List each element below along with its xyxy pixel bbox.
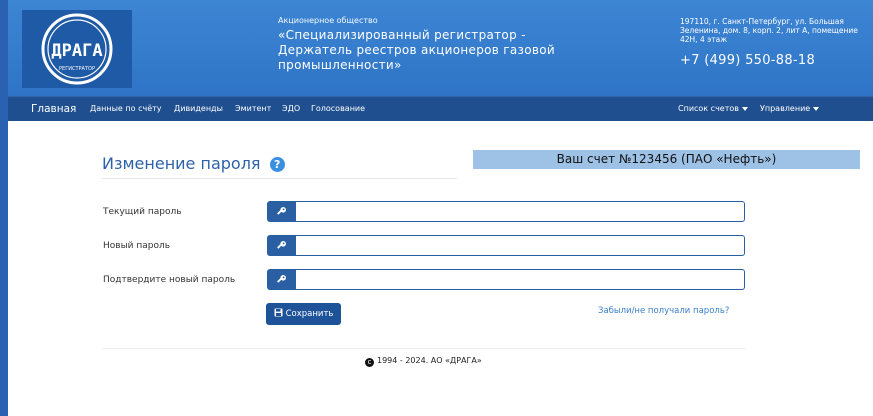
nav-account-data[interactable]: Данные по счёту <box>90 97 162 121</box>
nav-accounts-list-label: Список счетов <box>678 104 739 113</box>
company-phone: +7 (499) 550-88-18 <box>680 53 816 68</box>
new-password-input[interactable] <box>296 235 745 256</box>
current-password-input[interactable] <box>296 201 745 222</box>
confirm-password-input[interactable] <box>296 269 745 290</box>
title-divider <box>102 178 457 179</box>
save-button-label: Сохранить <box>285 309 334 319</box>
new-password-label: Новый пароль <box>103 241 171 251</box>
page-title-row: Изменение пароля ? <box>102 154 285 173</box>
nav-edo[interactable]: ЭДО <box>282 97 300 121</box>
nav-home[interactable]: Главная <box>31 97 76 121</box>
nav-management-label: Управление <box>760 104 811 113</box>
new-password-group <box>267 235 746 256</box>
site-header: ДРАГА РЕГИСТРАТОР Акционерное общество «… <box>8 0 873 96</box>
logo-emblem: ДРАГА РЕГИСТРАТОР <box>41 13 113 85</box>
logo-text: ДРАГА <box>51 41 102 61</box>
logo-subtext: РЕГИСТРАТОР <box>59 66 95 72</box>
company-name: «Специализированный регистратор - Держат… <box>278 28 555 72</box>
left-border <box>0 0 8 416</box>
forgot-password-link[interactable]: Забыли/не получали пароль? <box>598 306 729 316</box>
nav-issuer[interactable]: Эмитент <box>235 97 271 121</box>
nav-management-dropdown[interactable]: Управление <box>760 97 820 121</box>
company-info: Акционерное общество «Специализированный… <box>278 16 568 73</box>
company-address: 197110, г. Санкт-Петербург, ул. Большая … <box>680 17 858 44</box>
contacts: 197110, г. Санкт-Петербург, ул. Большая … <box>680 17 860 68</box>
key-icon <box>267 269 296 290</box>
nav-voting[interactable]: Голосование <box>311 97 365 121</box>
confirm-password-label: Подтвердите новый пароль <box>103 275 236 285</box>
footer: c 1994 - 2024. АО «ДРАГА» <box>365 356 482 367</box>
save-button[interactable]: Сохранить <box>266 303 341 325</box>
copyright-icon: c <box>365 358 374 367</box>
key-icon <box>267 235 296 256</box>
caret-down-icon <box>813 106 820 111</box>
current-password-group <box>267 201 746 222</box>
confirm-password-group <box>267 269 746 290</box>
nav-accounts-list-dropdown[interactable]: Список счетов <box>678 97 748 121</box>
key-icon <box>267 201 296 222</box>
question-circle-icon[interactable]: ? <box>269 157 285 172</box>
account-banner: Ваш счет №123456 (ПАО «Нефть») <box>473 150 860 169</box>
main-nav: Главная Данные по счёту Дивиденды Эмитен… <box>8 96 873 121</box>
current-password-label: Текущий пароль <box>103 207 182 217</box>
footer-copyright: 1994 - 2024. АО «ДРАГА» <box>377 356 482 365</box>
nav-dividends[interactable]: Дивиденды <box>174 97 223 121</box>
company-type: Акционерное общество <box>278 16 378 25</box>
logo[interactable]: ДРАГА РЕГИСТРАТОР <box>22 10 132 88</box>
caret-down-icon <box>742 106 748 111</box>
footer-divider <box>102 348 746 349</box>
page-title: Изменение пароля <box>102 154 261 173</box>
floppy-disk-icon <box>274 308 283 317</box>
